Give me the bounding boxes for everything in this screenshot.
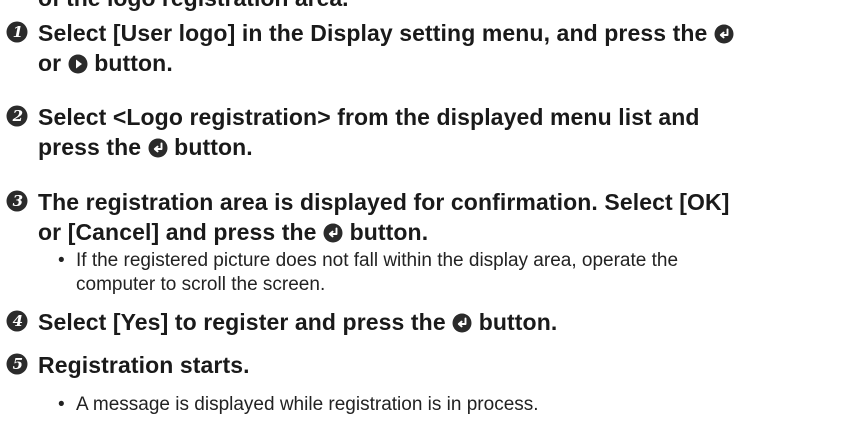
bullet-dot: •	[58, 394, 65, 415]
enter-button-icon	[323, 223, 343, 243]
step-number-badge-icon: 5	[6, 353, 28, 375]
bullet-text-line-1: If the registered picture does not fall …	[76, 250, 679, 271]
step-3-line-2b: button.	[349, 219, 429, 245]
step-1-line-2b: button.	[94, 50, 173, 76]
step-number: 5	[13, 355, 23, 373]
step-2-line-1: Select <Logo registration> from the disp…	[38, 104, 700, 130]
step-text: Select <Logo registration> from the disp…	[38, 102, 700, 162]
bullet-text-line-2: computer to scroll the screen.	[76, 274, 326, 295]
enter-button-icon	[714, 24, 734, 44]
bullet-text-line-1: A message is displayed while registratio…	[76, 394, 539, 415]
step-5-line-1: Registration starts.	[38, 352, 250, 378]
step-number-badge-icon: 3	[6, 190, 28, 212]
enter-button-icon	[452, 313, 472, 333]
step-number-badge-icon: 1	[6, 21, 28, 43]
step-number: 3	[13, 192, 23, 210]
step-number: 2	[12, 107, 23, 125]
step-2-line-2a: press the	[38, 134, 142, 160]
step-number-badge-icon: 2	[6, 105, 28, 127]
right-button-icon	[68, 54, 88, 74]
step-3-line-2a: or [Cancel] and press the	[38, 219, 317, 245]
step-text: Registration starts.	[38, 350, 250, 380]
step-2-line-2b: button.	[174, 134, 253, 160]
step-1-line-2a: or	[38, 50, 62, 76]
step-1-line-1: Select [User logo] in the Display settin…	[38, 20, 708, 46]
step-number: 4	[13, 312, 23, 330]
step-3-line-1: The registration area is displayed for c…	[38, 189, 730, 215]
step-text: Select [Yes] to register and press the b…	[38, 307, 557, 337]
enter-button-icon	[148, 138, 168, 158]
step-text: The registration area is displayed for c…	[38, 187, 729, 247]
clipped-heading-fragment: of the logo registration area.	[38, 0, 349, 11]
manual-page: of the logo registration area. 1 Select …	[0, 0, 854, 421]
step-4-line-1b: button.	[478, 309, 558, 335]
step-number: 1	[13, 23, 23, 41]
step-text: Select [User logo] in the Display settin…	[38, 18, 734, 78]
step-number-badge-icon: 4	[6, 310, 28, 332]
bullet-dot: •	[58, 250, 65, 271]
step-4-line-1a: Select [Yes] to register and press the	[38, 309, 446, 335]
